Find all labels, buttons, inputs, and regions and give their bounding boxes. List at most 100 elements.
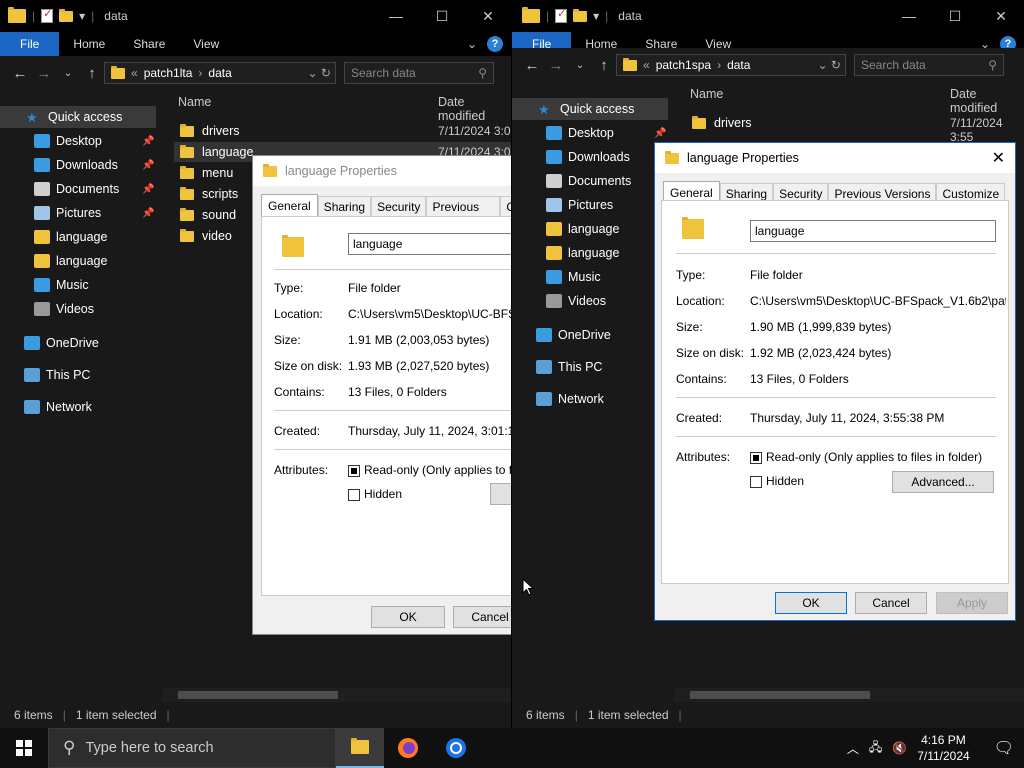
nav-item-this-pc[interactable]: This PC	[0, 364, 156, 386]
breadcrumb-item[interactable]: patch1lta	[144, 66, 193, 80]
customize-qat-icon[interactable]: ▾	[79, 9, 85, 23]
tab-file[interactable]: File	[0, 32, 60, 56]
nav-item-downloads[interactable]: Downloads	[512, 146, 668, 168]
nav-item-documents[interactable]: Documents 📌	[0, 178, 156, 200]
forward-icon[interactable]: →	[544, 57, 568, 74]
minimize-button[interactable]: —	[373, 0, 419, 32]
nav-item-quick-access[interactable]: ★ Quick access	[0, 106, 156, 128]
ok-button[interactable]: OK	[371, 606, 445, 628]
up-icon[interactable]: ↑	[80, 65, 104, 82]
refresh-icon[interactable]: ⌄ ↻	[818, 58, 845, 72]
maximize-button[interactable]: ☐	[419, 0, 465, 32]
nav-item-quick-access[interactable]: ★ Quick access	[512, 98, 668, 120]
maximize-button[interactable]: ☐	[932, 0, 978, 32]
refresh-icon[interactable]: ⌄ ↻	[308, 66, 335, 80]
chrome-taskbar-button[interactable]	[432, 728, 480, 768]
nav-item-videos[interactable]: Videos	[0, 298, 156, 320]
tab-share[interactable]: Share	[119, 32, 179, 56]
back-icon[interactable]: ←	[8, 65, 32, 82]
column-header-name[interactable]: Name	[690, 87, 723, 101]
search-input[interactable]: Search data ⚲	[344, 62, 494, 84]
folder-name-input[interactable]: language	[348, 233, 511, 255]
nav-item-music[interactable]: Music	[512, 266, 668, 288]
clock[interactable]: 4:16 PM 7/11/2024	[917, 732, 970, 764]
apply-button[interactable]: Apply	[936, 592, 1008, 614]
nav-item-network[interactable]: Network	[512, 388, 668, 410]
horizontal-scrollbar[interactable]	[162, 688, 511, 702]
breadcrumb[interactable]: « patch1spa › data ⌄ ↻	[616, 54, 846, 76]
size-on-disk-label: Size on disk:	[274, 359, 343, 373]
breadcrumb-item[interactable]: data	[727, 58, 750, 72]
volume-muted-icon[interactable]: 🔇	[892, 741, 907, 755]
minimize-button[interactable]: —	[886, 0, 932, 32]
nav-item-desktop[interactable]: Desktop 📌	[512, 122, 668, 144]
help-icon[interactable]: ?	[487, 36, 503, 52]
nav-item-onedrive[interactable]: OneDrive	[512, 324, 668, 346]
ok-button[interactable]: OK	[775, 592, 847, 614]
expand-ribbon-icon[interactable]: ⌄	[467, 37, 477, 51]
nav-item-pictures[interactable]: Pictures	[512, 194, 668, 216]
nav-item-music[interactable]: Music	[0, 274, 156, 296]
back-icon[interactable]: ←	[520, 57, 544, 74]
network-status-icon[interactable]: 🖧	[869, 738, 882, 759]
recent-locations-icon[interactable]: ⌄	[568, 60, 592, 71]
cancel-button[interactable]: Cancel	[855, 592, 927, 614]
hidden-checkbox[interactable]: Hidden	[750, 474, 804, 488]
tab-home[interactable]: Home	[59, 32, 119, 56]
horizontal-scrollbar[interactable]	[674, 688, 1024, 702]
breadcrumb-item[interactable]: data	[208, 66, 231, 80]
nav-item-downloads[interactable]: Downloads 📌	[0, 154, 156, 176]
folder-name-input[interactable]: language	[750, 220, 996, 242]
recent-locations-icon[interactable]: ⌄	[56, 68, 80, 79]
nav-item-label: Documents	[568, 174, 632, 188]
file-explorer-icon	[351, 738, 369, 754]
close-button[interactable]: ✕	[978, 0, 1024, 32]
advanced-button[interactable]: Advanced...	[892, 471, 994, 493]
show-hidden-icons-icon[interactable]: ︿	[847, 740, 859, 757]
nav-item-pictures[interactable]: Pictures 📌	[0, 202, 156, 224]
taskbar-search[interactable]: ⚲ Type here to search	[48, 728, 336, 768]
properties-icon[interactable]	[41, 7, 54, 23]
customize-qat-icon[interactable]: ▾	[593, 9, 599, 23]
close-button[interactable]: ✕	[465, 0, 511, 32]
onedrive-icon	[536, 328, 552, 342]
breadcrumb[interactable]: « patch1lta › data ⌄ ↻	[104, 62, 336, 84]
forward-icon[interactable]: →	[32, 65, 56, 82]
tab-view[interactable]: View	[179, 32, 233, 56]
nav-item-this-pc[interactable]: This PC	[512, 356, 668, 378]
nav-item-desktop[interactable]: Desktop 📌	[0, 130, 156, 152]
breadcrumb-item[interactable]: patch1spa	[656, 58, 711, 72]
file-row[interactable]: drivers 7/11/2024 3:0	[174, 121, 511, 141]
search-input[interactable]: Search data ⚲	[854, 54, 1004, 76]
nav-item-videos[interactable]: Videos	[512, 290, 668, 312]
column-header-name[interactable]: Name	[178, 95, 211, 109]
nav-item-onedrive[interactable]: OneDrive	[0, 332, 156, 354]
nav-item-network[interactable]: Network	[0, 396, 156, 418]
nav-item-language[interactable]: language	[512, 218, 668, 240]
new-folder-icon[interactable]	[59, 8, 74, 22]
nav-item-documents[interactable]: Documents	[512, 170, 668, 192]
readonly-checkbox[interactable]: Read-only (Only applies to files in fold…	[750, 450, 982, 464]
column-header-date[interactable]: Date modified	[438, 95, 511, 123]
properties-icon[interactable]	[555, 7, 568, 23]
file-row[interactable]: drivers 7/11/2024 3:55	[686, 113, 1023, 144]
file-explorer-taskbar-button[interactable]	[336, 728, 384, 768]
start-button[interactable]	[0, 728, 48, 768]
readonly-checkbox[interactable]: Read-only (Only applies to files i	[348, 463, 511, 477]
advanced-button[interactable]	[490, 483, 511, 505]
videos-icon	[34, 302, 50, 316]
folder-icon	[180, 186, 194, 200]
file-name: menu	[202, 166, 234, 180]
column-header-date[interactable]: Date modified	[950, 87, 1024, 115]
notifications-icon[interactable]: 🗨	[994, 738, 1014, 758]
close-icon[interactable]: ✕	[992, 148, 1005, 168]
nav-item-language[interactable]: language	[0, 250, 156, 272]
hidden-checkbox[interactable]: Hidden	[348, 487, 402, 501]
nav-item-language[interactable]: language	[512, 242, 668, 264]
up-icon[interactable]: ↑	[592, 57, 616, 74]
location-value: C:\Users\vm5\Desktop\UC-BFSpack_V1.6b2\p…	[750, 294, 1006, 308]
nav-item-language[interactable]: language	[0, 226, 156, 248]
firefox-taskbar-button[interactable]	[384, 728, 432, 768]
new-folder-icon[interactable]	[573, 8, 588, 22]
cancel-button[interactable]: Cancel	[453, 606, 511, 628]
